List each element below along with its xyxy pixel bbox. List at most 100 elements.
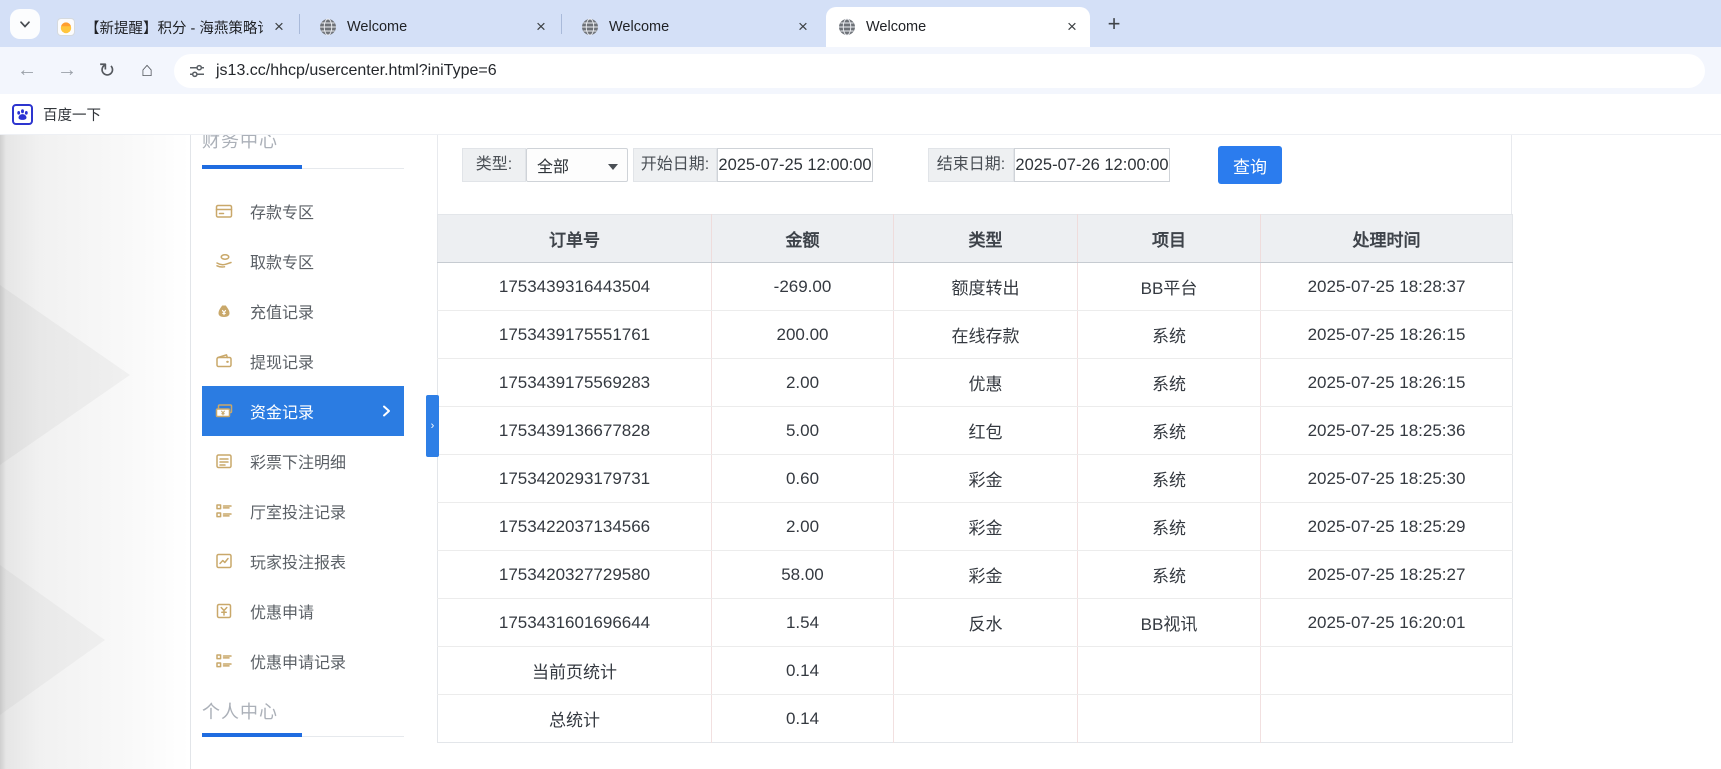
tab-search-button[interactable] bbox=[10, 8, 40, 39]
tab-close-button[interactable]: × bbox=[531, 17, 551, 37]
browser-toolbar: ← → ↻ ⌂ js13.cc/hhcp/usercenter.html?ini… bbox=[0, 47, 1721, 94]
table-header-cell: 金额 bbox=[711, 214, 894, 263]
tab-separator bbox=[299, 13, 300, 34]
bookmark-baidu[interactable]: 百度一下 bbox=[12, 103, 101, 125]
panel-toggle-handle[interactable]: › bbox=[426, 395, 439, 457]
sidebar-menu: 存款专区 取款专区 充值记录 提现记录 资金记录 彩票下注明细 厅室投注记录 玩家投注报表 优惠… bbox=[202, 186, 404, 686]
funds-record-table: 订单号 金额 类型 项目 处理时间 1753439316443504 -269.00 额度转… bbox=[437, 214, 1513, 743]
sidebar-item[interactable]: 优惠申请 bbox=[202, 586, 404, 636]
globe-icon bbox=[581, 18, 599, 36]
table-cell: 1753439316443504 bbox=[437, 262, 712, 311]
table-cell: 1753422037134566 bbox=[437, 502, 712, 551]
sidebar-item-label: 厅室投注记录 bbox=[250, 505, 347, 522]
type-select[interactable]: 全部 bbox=[526, 148, 628, 182]
url-text: js13.cc/hhcp/usercenter.html?iniType=6 bbox=[216, 61, 497, 79]
tabs-container: 【新提醒】积分 - 海燕策略论坛×Welcome×Welcome×Welcome… bbox=[40, 0, 1090, 47]
table-header-cell: 订单号 bbox=[437, 214, 712, 263]
tab-close-button[interactable]: × bbox=[793, 17, 813, 37]
table-row: 1753420293179731 0.60 彩金 系统 2025-07-25 18:25… bbox=[437, 454, 1513, 503]
start-date-input[interactable] bbox=[717, 148, 873, 182]
table-cell: 额度转出 bbox=[893, 262, 1078, 311]
browser-tab[interactable]: 【新提醒】积分 - 海燕策略论坛 × bbox=[45, 7, 297, 47]
table-cell: 2025-07-25 18:25:30 bbox=[1260, 454, 1513, 503]
sidebar-item-label: 彩票下注明细 bbox=[250, 455, 347, 472]
withdraw-record-icon bbox=[214, 351, 234, 371]
table-cell: 系统 bbox=[1077, 502, 1261, 551]
sidebar-item-label: 提现记录 bbox=[250, 355, 315, 372]
tab-close-button[interactable]: × bbox=[269, 17, 289, 37]
sidebar-item[interactable]: 存款专区 bbox=[202, 186, 404, 236]
table-cell: 5.00 bbox=[711, 406, 894, 455]
table-cell: 2025-07-25 18:25:29 bbox=[1260, 502, 1513, 551]
decorative-triangle bbox=[0, 285, 130, 465]
sidebar-item[interactable]: 充值记录 bbox=[202, 286, 404, 336]
browser-tab-strip: 【新提醒】积分 - 海燕策略论坛×Welcome×Welcome×Welcome… bbox=[0, 0, 1721, 47]
back-button[interactable]: ← bbox=[10, 54, 44, 88]
table-cell: 在线存款 bbox=[893, 310, 1078, 359]
table-header-cell: 处理时间 bbox=[1260, 214, 1513, 263]
page-content: 财务中心 存款专区 取款专区 充值记录提现记录资金记录彩票下注明细 厅室投注记录 玩家投… bbox=[0, 135, 1721, 769]
bookmarks-bar: 百度一下 bbox=[0, 94, 1721, 135]
table-cell bbox=[893, 646, 1078, 695]
start-date-label: 开始日期: bbox=[633, 148, 717, 182]
table-cell: 系统 bbox=[1077, 550, 1261, 599]
browser-tab[interactable]: Welcome × bbox=[569, 7, 821, 47]
type-select-value: 全部 bbox=[537, 159, 570, 176]
table-cell: 总统计 bbox=[437, 694, 712, 743]
sidebar-section-personal: 个人中心 bbox=[202, 702, 278, 722]
decorative-band bbox=[0, 135, 190, 769]
table-cell: -269.00 bbox=[711, 262, 894, 311]
browser-tab[interactable]: Welcome × bbox=[826, 7, 1090, 47]
table-cell: 0.60 bbox=[711, 454, 894, 503]
table-cell: 1753431601696644 bbox=[437, 598, 712, 647]
end-date-input[interactable] bbox=[1014, 148, 1170, 182]
sidebar-item[interactable]: 厅室投注记录 bbox=[202, 486, 404, 536]
sidebar-item[interactable]: 资金记录 bbox=[202, 386, 404, 436]
table-cell: 2.00 bbox=[711, 502, 894, 551]
funds-record-icon bbox=[214, 401, 234, 421]
sidebar-item-label: 玩家投注报表 bbox=[250, 555, 347, 572]
table-cell: 当前页统计 bbox=[437, 646, 712, 695]
table-cell: 1753420293179731 bbox=[437, 454, 712, 503]
table-cell: 0.14 bbox=[711, 646, 894, 695]
section-title: 财务中心 bbox=[202, 135, 278, 150]
sidebar-item[interactable]: 优惠申请记录 bbox=[202, 636, 404, 686]
table-cell: 1753439175551761 bbox=[437, 310, 712, 359]
home-button[interactable]: ⌂ bbox=[130, 54, 164, 88]
new-tab-button[interactable]: + bbox=[1100, 10, 1128, 38]
forward-button[interactable]: → bbox=[50, 54, 84, 88]
sidebar-item[interactable]: 彩票下注明细 bbox=[202, 436, 404, 486]
chevron-down-icon bbox=[608, 164, 618, 170]
sidebar-item[interactable]: 取款专区 bbox=[202, 236, 404, 286]
table-cell: 2025-07-25 18:25:36 bbox=[1260, 406, 1513, 455]
table-row: 1753431601696644 1.54 反水 BB视讯 2025-07-25 16:… bbox=[437, 598, 1513, 647]
table-row: 1753420327729580 58.00 彩金 系统 2025-07-25 18:2… bbox=[437, 550, 1513, 599]
sidebar-item[interactable]: 提现记录 bbox=[202, 336, 404, 386]
chevron-down-icon bbox=[17, 16, 33, 32]
table-cell: 1.54 bbox=[711, 598, 894, 647]
table-cell: 1753439136677828 bbox=[437, 406, 712, 455]
site-settings-icon[interactable] bbox=[188, 62, 206, 80]
table-cell: 系统 bbox=[1077, 310, 1261, 359]
bookmark-label: 百度一下 bbox=[43, 107, 101, 124]
reload-button[interactable]: ↻ bbox=[90, 54, 124, 88]
sidebar-item[interactable]: 玩家投注报表 bbox=[202, 536, 404, 586]
promo-record-icon bbox=[214, 651, 234, 671]
table-header-cell: 项目 bbox=[1077, 214, 1261, 263]
table-cell: 1753439175569283 bbox=[437, 358, 712, 407]
globe-icon bbox=[838, 18, 856, 36]
tab-close-button[interactable]: × bbox=[1062, 17, 1082, 37]
address-bar[interactable]: js13.cc/hhcp/usercenter.html?iniType=6 bbox=[174, 53, 1705, 88]
table-cell bbox=[1077, 694, 1261, 743]
table-row: 1753439136677828 5.00 红包 系统 2025-07-25 18:25… bbox=[437, 406, 1513, 455]
table-row: 1753439175569283 2.00 优惠 系统 2025-07-25 18:26… bbox=[437, 358, 1513, 407]
search-button[interactable]: 查询 bbox=[1218, 146, 1282, 184]
table-cell: 彩金 bbox=[893, 550, 1078, 599]
sidebar-item-label: 优惠申请 bbox=[250, 605, 315, 622]
browser-tab[interactable]: Welcome × bbox=[307, 7, 559, 47]
chevron-right-icon bbox=[378, 403, 394, 419]
table-cell bbox=[893, 694, 1078, 743]
table-cell: 优惠 bbox=[893, 358, 1078, 407]
sidebar: 财务中心 存款专区 取款专区 充值记录提现记录资金记录彩票下注明细 厅室投注记录 玩家投… bbox=[202, 135, 404, 769]
table-cell: 红包 bbox=[893, 406, 1078, 455]
